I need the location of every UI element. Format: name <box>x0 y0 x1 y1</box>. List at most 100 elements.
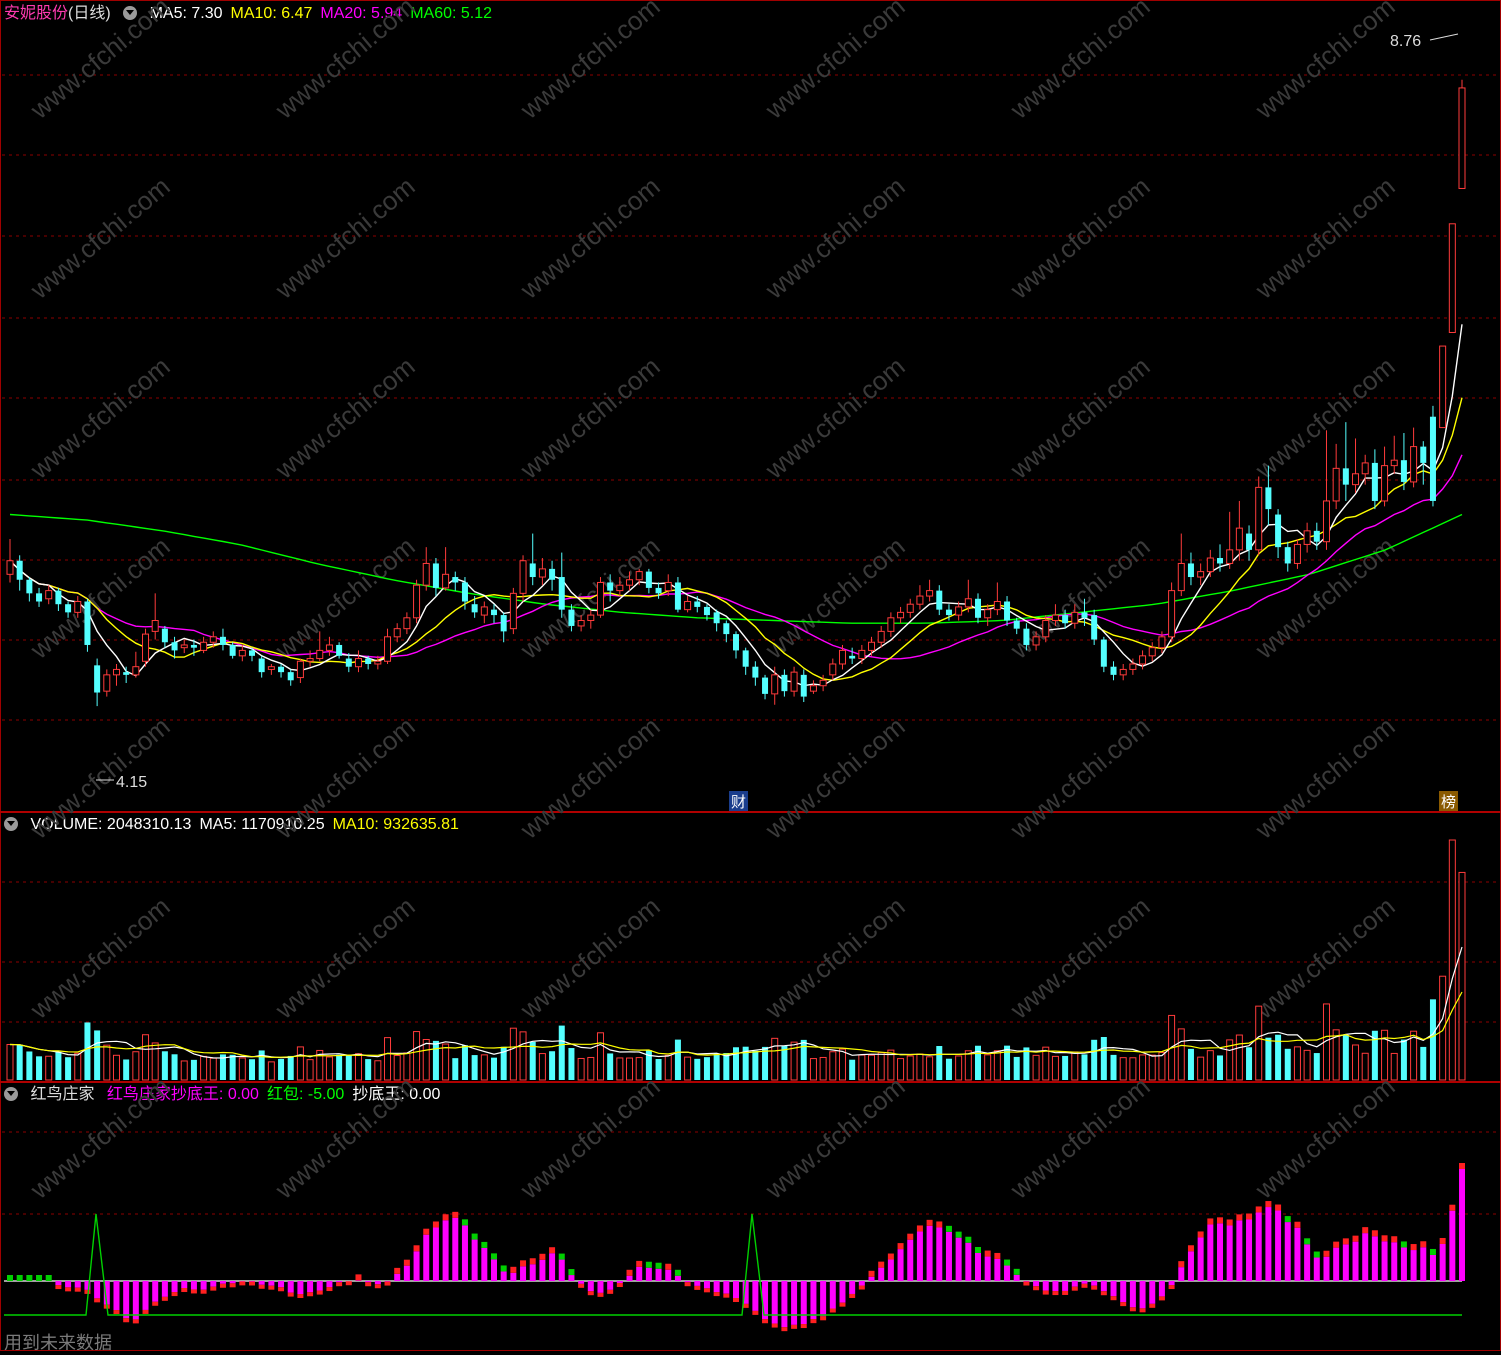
indicator-bar <box>714 1281 720 1292</box>
candle-body <box>123 672 129 675</box>
candle-body <box>1401 460 1407 482</box>
volume-bar <box>433 1041 439 1080</box>
indicator-cap <box>1004 1260 1010 1266</box>
indicator-bar <box>501 1271 507 1281</box>
indicator-bar <box>1304 1244 1310 1281</box>
indicator-bar <box>1091 1281 1097 1286</box>
volume-bar <box>17 1045 23 1080</box>
indicator-bar <box>414 1251 420 1281</box>
candle-body <box>1265 487 1271 509</box>
indicator-bar <box>607 1281 613 1290</box>
indicator-bar <box>627 1276 633 1281</box>
indicator-bar <box>1285 1222 1291 1281</box>
indicator-cap <box>956 1232 962 1238</box>
volume-bar <box>326 1057 332 1080</box>
candle-body <box>113 669 119 674</box>
indicator-bar <box>365 1281 371 1282</box>
volume-bar <box>65 1057 71 1080</box>
indicator-bar <box>675 1276 681 1281</box>
indicator-cap <box>1081 1284 1087 1288</box>
indicator-bar <box>152 1281 158 1302</box>
indicator-cap <box>994 1253 1000 1259</box>
indicator-cap <box>1411 1244 1417 1250</box>
watermark-text: www.cfchi.com <box>269 531 421 665</box>
watermark-text: www.cfchi.com <box>514 351 666 485</box>
indicator-bar <box>172 1281 178 1292</box>
volume-bar <box>443 1044 449 1080</box>
indicator-bar <box>1411 1250 1417 1281</box>
indicator-bar <box>191 1281 197 1289</box>
volume-bar <box>36 1056 42 1080</box>
indicator-bar <box>404 1266 410 1281</box>
volume-bar <box>1353 1045 1359 1080</box>
volume-bar <box>1023 1047 1029 1080</box>
indicator-cap <box>7 1275 13 1281</box>
indicator-bar <box>394 1274 400 1281</box>
indicator-cap <box>607 1290 613 1294</box>
indicator-bar <box>520 1266 526 1281</box>
volume-bar <box>94 1030 100 1080</box>
candle-body <box>1014 621 1020 629</box>
candle-body <box>830 664 836 675</box>
candle-body <box>568 610 574 626</box>
indicator-cap <box>75 1288 81 1292</box>
volume-bar <box>26 1051 32 1080</box>
volume-bar <box>385 1038 391 1080</box>
candle-body <box>723 623 729 634</box>
indicator-bar <box>1333 1248 1339 1281</box>
candle-body <box>1256 487 1262 549</box>
indicator-cap <box>385 1282 391 1286</box>
volume-bar <box>230 1055 236 1080</box>
volume-bar <box>568 1048 574 1080</box>
stock-chart[interactable]: www.cfchi.com www.cfchi.com www.cfchi.com w… <box>0 0 1501 1351</box>
indicator-cap <box>898 1243 904 1249</box>
candle-body <box>530 563 536 577</box>
indicator-bar <box>1343 1244 1349 1281</box>
candle-body <box>1323 501 1329 542</box>
indicator-bar <box>1159 1281 1165 1296</box>
volume-bar <box>365 1059 371 1080</box>
candle-body <box>394 629 400 637</box>
volume-bar <box>75 1053 81 1080</box>
candle-body <box>1246 534 1252 550</box>
indicator-cap <box>859 1286 865 1290</box>
volume-bar <box>355 1054 361 1080</box>
indicator-bar <box>1023 1281 1029 1282</box>
volume-bar <box>675 1040 681 1080</box>
indicator-bar <box>936 1227 942 1281</box>
indicator-cap <box>414 1245 420 1251</box>
indicator-bar <box>259 1281 265 1285</box>
indicator-cap <box>317 1291 323 1295</box>
indicator-bar <box>1198 1237 1204 1281</box>
candle-body <box>1043 621 1049 637</box>
indicator-cap <box>888 1254 894 1260</box>
watermark-text: www.cfchi.com <box>24 351 176 485</box>
indicator-bar <box>1188 1251 1194 1281</box>
candle-body <box>75 601 81 612</box>
candle-body <box>839 650 845 664</box>
candle-body <box>1101 640 1107 667</box>
candle-body <box>733 634 739 650</box>
watermark-text: www.cfchi.com <box>1494 711 1501 845</box>
volume-bar <box>510 1028 516 1080</box>
candle-body <box>965 599 971 607</box>
volume-bar <box>520 1032 526 1080</box>
indicator-cap <box>578 1284 584 1288</box>
indicator-cap <box>201 1290 207 1294</box>
candle-body <box>1285 547 1291 563</box>
candle-body <box>791 672 797 691</box>
indicator-cap <box>143 1310 149 1314</box>
indicator-bar <box>1120 1281 1126 1302</box>
indicator-bar <box>355 1280 361 1281</box>
volume-bar <box>1449 840 1455 1080</box>
volume-bar <box>7 1045 13 1080</box>
indicator-cap <box>278 1287 284 1291</box>
indicator-bar <box>830 1281 836 1309</box>
watermark-text: www.cfchi.com <box>759 351 911 485</box>
indicator-bar <box>65 1281 71 1287</box>
indicator-cap <box>1323 1251 1329 1257</box>
indicator-bar <box>723 1281 729 1294</box>
candle-body <box>549 569 555 580</box>
volume-bar <box>878 1053 884 1080</box>
volume-bar <box>414 1032 420 1080</box>
